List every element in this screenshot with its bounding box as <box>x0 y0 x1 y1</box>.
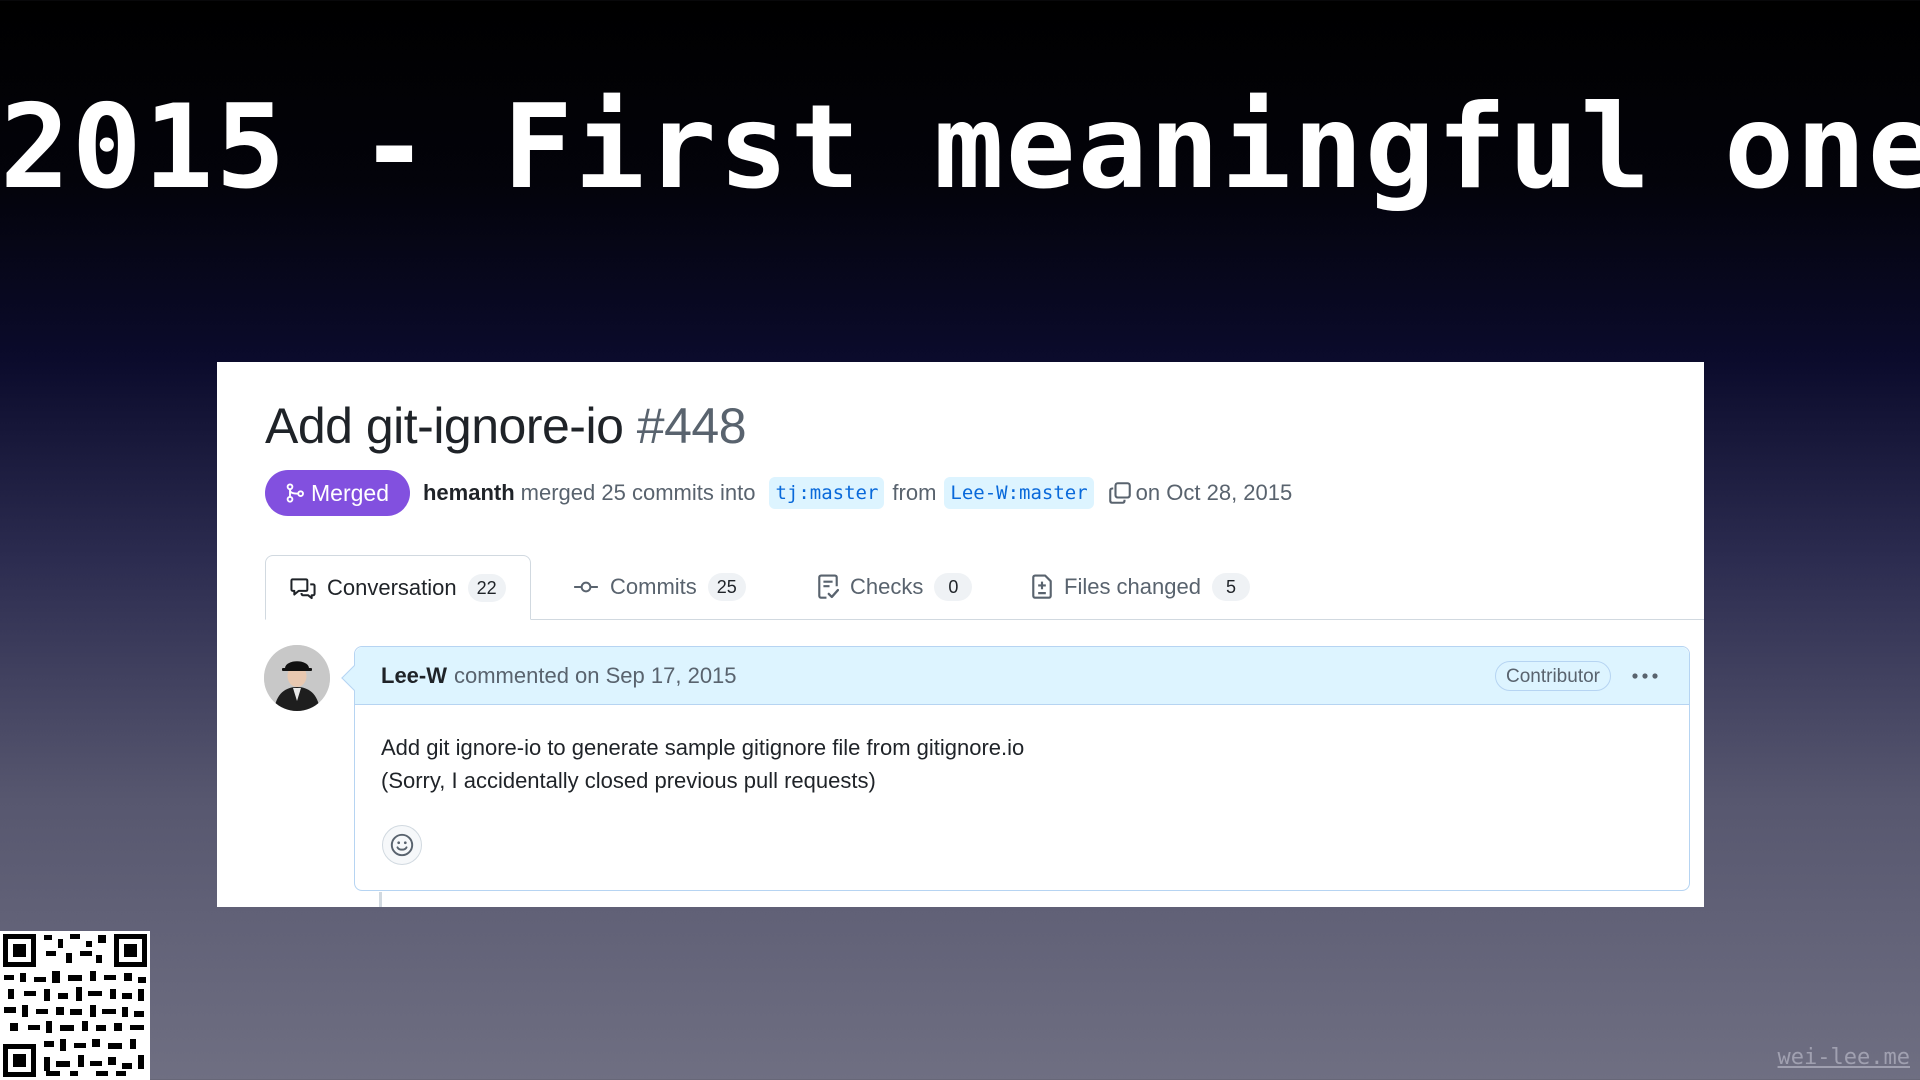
tab-checks[interactable]: Checks 0 <box>817 555 973 619</box>
comment-timestamp[interactable]: commented on Sep 17, 2015 <box>454 663 737 689</box>
merged-state-badge: Merged <box>265 470 410 516</box>
user-avatar-image <box>264 645 330 711</box>
tab-files-changed-count: 5 <box>1211 573 1250 601</box>
tab-checks-label: Checks <box>850 574 924 599</box>
merged-label: Merged <box>311 479 389 506</box>
comment-discussion-icon <box>290 577 316 599</box>
copy-icon <box>1108 482 1131 504</box>
pr-tabs: Conversation 22 Commits 25 Checks 0 File… <box>265 555 1704 620</box>
comment-header: Lee-W commented on Sep 17, 2015 Contribu… <box>355 647 1689 705</box>
add-reaction-button[interactable] <box>382 825 422 865</box>
tab-checks-count: 0 <box>934 573 973 601</box>
qr-code <box>0 931 150 1080</box>
pr-title-text: Add git-ignore-io <box>265 398 624 454</box>
merged-by-user-link[interactable]: hemanth <box>423 480 515 506</box>
base-branch-link[interactable]: tj:master <box>769 477 885 509</box>
tab-conversation-label: Conversation <box>327 574 457 600</box>
head-branch-link[interactable]: Lee-W:master <box>944 477 1094 509</box>
site-watermark: wei-lee.me <box>1777 1045 1910 1070</box>
comment-author-link[interactable]: Lee-W <box>381 663 447 689</box>
comment-body-line: Add git ignore-io to generate sample git… <box>381 735 1025 760</box>
pr-number: #448 <box>636 398 747 454</box>
tab-conversation-count: 22 <box>467 573 506 602</box>
github-pr-screenshot: Add git-ignore-io #448 Merged hemanth me… <box>217 362 1704 907</box>
comment-body-line: (Sorry, I accidentally closed previous p… <box>381 768 876 793</box>
pr-meta: Merged hemanth merged 25 commits into tj… <box>265 470 1292 516</box>
checklist-icon <box>818 574 839 599</box>
file-diff-icon <box>1032 574 1052 599</box>
comment: Lee-W commented on Sep 17, 2015 Contribu… <box>341 646 1690 891</box>
timeline-line <box>379 892 382 907</box>
qr-code-image <box>0 931 150 1080</box>
copy-branch-button[interactable] <box>1108 481 1132 505</box>
tab-commits-count: 25 <box>707 573 746 601</box>
git-commit-icon <box>574 581 598 593</box>
merge-text: merged 25 commits into <box>520 480 756 505</box>
git-merge-icon <box>286 483 304 503</box>
merge-date: on Oct 28, 2015 <box>1135 480 1293 505</box>
comment-options-button[interactable] <box>1629 663 1661 689</box>
smiley-icon <box>390 833 414 857</box>
slide-title: 2015 - First meaningful one <box>0 80 1920 215</box>
tab-conversation[interactable]: Conversation 22 <box>265 555 531 620</box>
tab-commits[interactable]: Commits 25 <box>573 555 746 619</box>
tab-commits-label: Commits <box>610 574 697 599</box>
contributor-badge: Contributor <box>1495 661 1611 691</box>
comment-body: Add git ignore-io to generate sample git… <box>381 731 1024 797</box>
from-text: from <box>892 480 937 505</box>
tab-files-changed-label: Files changed <box>1064 574 1201 599</box>
pr-title: Add git-ignore-io #448 <box>265 396 747 456</box>
kebab-horizontal-icon <box>1632 673 1658 679</box>
tab-files-changed[interactable]: Files changed 5 <box>1031 555 1250 619</box>
avatar[interactable] <box>264 645 330 711</box>
